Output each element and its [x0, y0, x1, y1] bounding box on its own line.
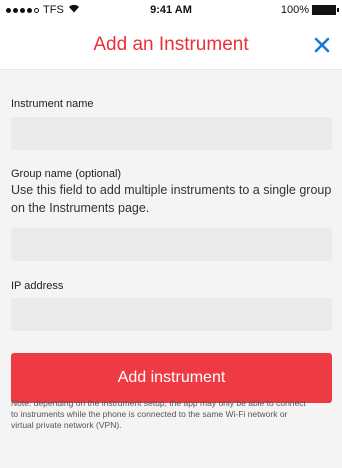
- instrument-name-input[interactable]: [11, 117, 332, 150]
- close-icon: [314, 37, 330, 53]
- battery-percentage: 100%: [280, 4, 309, 16]
- navigation-bar: Add an Instrument: [0, 20, 342, 70]
- status-bar: TFS 9:41 AM 100%: [0, 0, 342, 20]
- page-title: Add an Instrument: [93, 34, 249, 55]
- ip-address-input[interactable]: [11, 298, 332, 331]
- group-name-help-text: Use this field to add multiple instrumen…: [11, 183, 332, 215]
- group-name-label: Group name (optional): [11, 168, 122, 180]
- connection-note: Note: depending on the instrument setup,…: [11, 398, 306, 430]
- battery-status: 100%: [280, 4, 339, 16]
- add-instrument-button[interactable]: Add instrument: [11, 353, 332, 403]
- add-instrument-form: Instrument name Group name (optional) Us…: [0, 70, 342, 468]
- ip-address-label: IP address: [11, 280, 64, 292]
- battery-icon: [312, 5, 339, 15]
- instrument-name-label: Instrument name: [11, 98, 94, 110]
- close-button[interactable]: [310, 32, 334, 58]
- group-name-input[interactable]: [11, 228, 332, 261]
